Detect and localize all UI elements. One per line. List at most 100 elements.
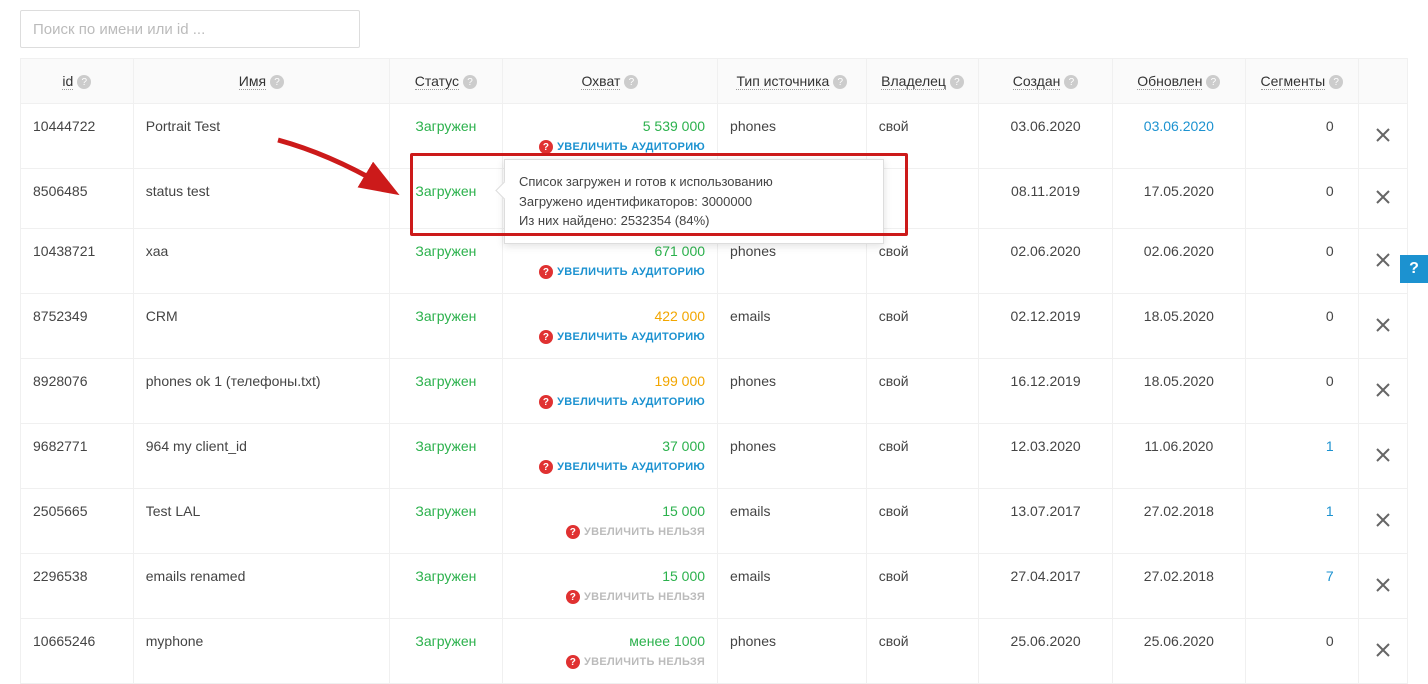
cell-updated[interactable]: 11.06.2020	[1112, 424, 1245, 489]
delete-button[interactable]	[1359, 447, 1407, 463]
increase-audience-link[interactable]: ?УВЕЛИЧИТЬ АУДИТОРИЮ	[515, 330, 705, 344]
help-icon[interactable]: ?	[270, 75, 284, 89]
status-tooltip: Список загружен и готов к использованию …	[504, 159, 884, 244]
increase-audience-link[interactable]: ?УВЕЛИЧИТЬ АУДИТОРИЮ	[515, 265, 705, 279]
cell-status[interactable]: Загружен	[390, 489, 503, 554]
col-header-created[interactable]: Создан?	[979, 59, 1112, 104]
info-icon[interactable]: ?	[539, 460, 553, 474]
updated-value: 25.06.2020	[1144, 633, 1214, 649]
info-icon[interactable]: ?	[539, 140, 553, 154]
cell-created: 02.06.2020	[979, 229, 1112, 294]
cell-segments: 0	[1245, 619, 1358, 684]
cell-updated[interactable]: 18.05.2020	[1112, 359, 1245, 424]
delete-button[interactable]	[1359, 189, 1407, 205]
help-icon[interactable]: ?	[833, 75, 847, 89]
close-icon	[1375, 189, 1391, 205]
help-icon[interactable]: ?	[624, 75, 638, 89]
help-icon[interactable]: ?	[77, 75, 91, 89]
cell-updated[interactable]: 27.02.2018	[1112, 554, 1245, 619]
tooltip-line: Загружено идентификаторов: 3000000	[519, 192, 869, 212]
help-icon[interactable]: ?	[1206, 75, 1220, 89]
info-icon[interactable]: ?	[539, 265, 553, 279]
cell-name[interactable]: myphone	[133, 619, 389, 684]
cell-source: emails	[718, 489, 867, 554]
cell-reach: менее 1000?УВЕЛИЧИТЬ НЕЛЬЗЯ	[502, 619, 717, 684]
cell-name[interactable]: 964 my client_id	[133, 424, 389, 489]
cell-segments[interactable]: 7	[1245, 554, 1358, 619]
help-icon[interactable]: ?	[1064, 75, 1078, 89]
cell-segments: 0	[1245, 169, 1358, 229]
cell-reach: 37 000 ?УВЕЛИЧИТЬ АУДИТОРИЮ	[502, 424, 717, 489]
cell-status[interactable]: Загружен	[390, 359, 503, 424]
increase-audience-link[interactable]: ?УВЕЛИЧИТЬ АУДИТОРИЮ	[515, 460, 705, 474]
cell-source: phones	[718, 619, 867, 684]
col-header-id[interactable]: id?	[21, 59, 134, 104]
cell-status[interactable]: Загружен	[390, 169, 503, 229]
floating-help-button[interactable]: ?	[1400, 255, 1428, 283]
col-header-status[interactable]: Статус?	[390, 59, 503, 104]
cannot-increase-label: ?УВЕЛИЧИТЬ НЕЛЬЗЯ	[515, 590, 705, 604]
cell-status[interactable]: Загружен	[390, 424, 503, 489]
col-header-reach[interactable]: Охват?	[502, 59, 717, 104]
cell-status[interactable]: Загружен	[390, 554, 503, 619]
reach-action-label: УВЕЛИЧИТЬ НЕЛЬЗЯ	[584, 656, 705, 668]
cell-updated[interactable]: 25.06.2020	[1112, 619, 1245, 684]
cell-name[interactable]: emails renamed	[133, 554, 389, 619]
segments-value: 1	[1326, 438, 1334, 454]
cell-name[interactable]: Test LAL	[133, 489, 389, 554]
close-icon	[1375, 317, 1391, 333]
cell-delete	[1358, 424, 1407, 489]
cell-delete	[1358, 294, 1407, 359]
delete-button[interactable]	[1359, 512, 1407, 528]
info-icon[interactable]: ?	[539, 330, 553, 344]
cell-updated[interactable]: 27.02.2018	[1112, 489, 1245, 554]
cell-segments: 0	[1245, 104, 1358, 169]
help-icon[interactable]: ?	[1329, 75, 1343, 89]
cell-name[interactable]: xaa	[133, 229, 389, 294]
cell-name[interactable]: phones ok 1 (телефоны.txt)	[133, 359, 389, 424]
search-input[interactable]	[20, 10, 360, 48]
cell-name[interactable]: Portrait Test	[133, 104, 389, 169]
cell-updated[interactable]: 02.06.2020	[1112, 229, 1245, 294]
delete-button[interactable]	[1359, 382, 1407, 398]
col-header-source[interactable]: Тип источника?	[718, 59, 867, 104]
col-header-owner[interactable]: Владелец?	[866, 59, 979, 104]
info-icon[interactable]: ?	[566, 525, 580, 539]
cell-status[interactable]: Загружен	[390, 104, 503, 169]
cell-name[interactable]: status test	[133, 169, 389, 229]
increase-audience-link[interactable]: ? УВЕЛИЧИТЬ АУДИТОРИЮ	[515, 140, 705, 154]
cell-updated[interactable]: 18.05.2020	[1112, 294, 1245, 359]
cell-name[interactable]: CRM	[133, 294, 389, 359]
cell-updated[interactable]: 17.05.2020	[1112, 169, 1245, 229]
reach-action-label: УВЕЛИЧИТЬ АУДИТОРИЮ	[557, 141, 705, 153]
info-icon[interactable]: ?	[566, 655, 580, 669]
cell-segments[interactable]: 1	[1245, 489, 1358, 554]
cell-updated[interactable]: 03.06.2020	[1112, 104, 1245, 169]
col-header-updated[interactable]: Обновлен?	[1112, 59, 1245, 104]
col-header-name[interactable]: Имя?	[133, 59, 389, 104]
tooltip-line: Из них найдено: 2532354 (84%)	[519, 211, 869, 231]
cell-reach: 422 000 ?УВЕЛИЧИТЬ АУДИТОРИЮ	[502, 294, 717, 359]
delete-button[interactable]	[1359, 642, 1407, 658]
cell-segments[interactable]: 1	[1245, 424, 1358, 489]
cell-status[interactable]: Загружен	[390, 229, 503, 294]
col-header-segments[interactable]: Сегменты?	[1245, 59, 1358, 104]
info-icon[interactable]: ?	[539, 395, 553, 409]
cell-owner: свой	[866, 359, 979, 424]
table-header-row: id? Имя? Статус? Охват? Тип источника? В…	[21, 59, 1408, 104]
reach-value: 37 000	[515, 438, 705, 454]
delete-button[interactable]	[1359, 317, 1407, 333]
help-icon[interactable]: ?	[950, 75, 964, 89]
segments-value: 0	[1326, 243, 1334, 259]
cell-status[interactable]: Загружен	[390, 294, 503, 359]
cell-owner: свой	[866, 489, 979, 554]
delete-button[interactable]	[1359, 577, 1407, 593]
cell-source: phones	[718, 424, 867, 489]
increase-audience-link[interactable]: ?УВЕЛИЧИТЬ АУДИТОРИЮ	[515, 395, 705, 409]
cell-status[interactable]: Загружен	[390, 619, 503, 684]
delete-button[interactable]	[1359, 127, 1407, 143]
reach-value: 422 000	[515, 308, 705, 324]
updated-value: 18.05.2020	[1144, 308, 1214, 324]
help-icon[interactable]: ?	[463, 75, 477, 89]
info-icon[interactable]: ?	[566, 590, 580, 604]
